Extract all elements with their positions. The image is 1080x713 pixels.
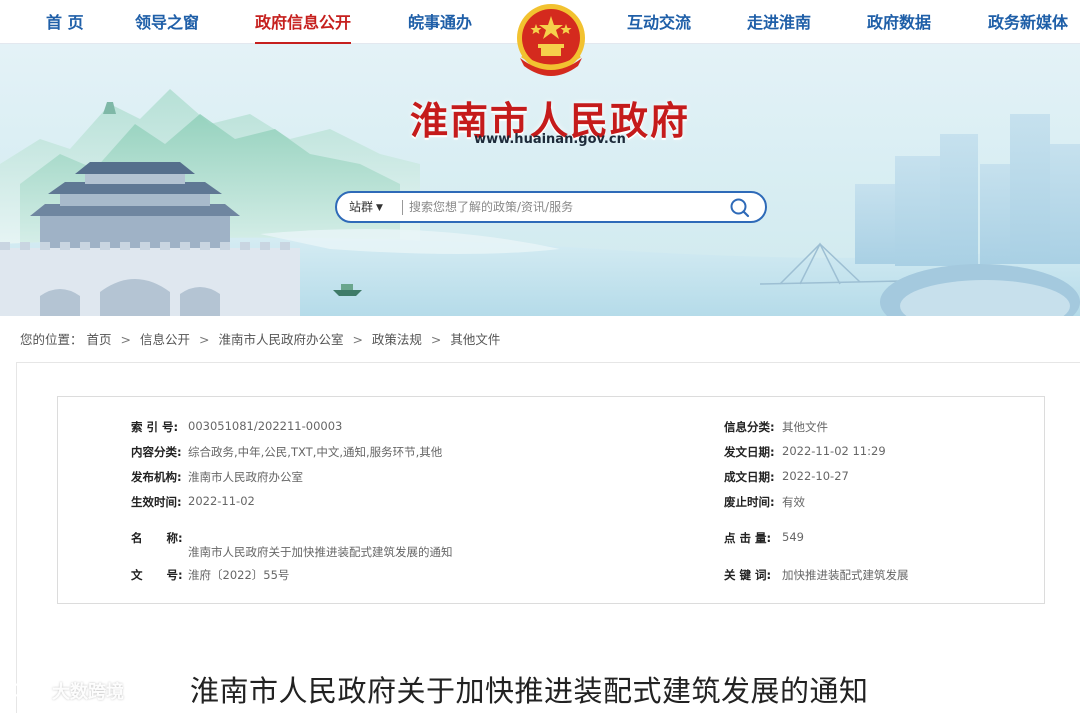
meta-value-name: 淮南市人民政府关于加快推进装配式建筑发展的通知 (188, 545, 453, 559)
search-divider (402, 200, 403, 215)
breadcrumb-separator: > (198, 332, 210, 347)
meta-label-created-date: 成文日期: (724, 470, 775, 484)
breadcrumb-separator: > (352, 332, 363, 347)
nav-item-anhui-services[interactable]: 皖事通办 (408, 0, 472, 44)
meta-value-keywords: 加快推进装配式建筑发展 (782, 568, 909, 582)
meta-label-doc-no: 文 号: (131, 568, 183, 582)
meta-label-repeal: 废止时间: (724, 495, 775, 509)
nav-item-gov-info-disclosure[interactable]: 政府信息公开 (255, 0, 352, 44)
meta-label-category: 信息分类: (724, 420, 775, 434)
meta-value-content-class: 综合政务,中年,公民,TXT,中文,通知,服务环节,其他 (188, 445, 443, 459)
search-bar: 站群 ▼ (335, 191, 767, 223)
nav-item-gov-data[interactable]: 政府数据 (867, 0, 931, 44)
meta-value-created-date: 2022-10-27 (782, 469, 849, 483)
search-icon[interactable] (729, 197, 751, 219)
meta-value-repeal: 有效 (782, 495, 805, 509)
meta-value-publisher: 淮南市人民政府办公室 (188, 470, 303, 484)
breadcrumb-item-home[interactable]: 首页 (87, 332, 112, 347)
meta-label-keywords: 关 键 词: (724, 568, 772, 582)
breadcrumb-separator: > (430, 332, 442, 347)
search-scope-dropdown[interactable]: 站群 ▼ (349, 193, 383, 221)
meta-label-effective-date: 生效时间: (131, 495, 182, 509)
breadcrumb-separator: > (120, 332, 131, 347)
breadcrumb-item-gov-office[interactable]: 淮南市人民政府办公室 (218, 332, 343, 347)
meta-value-issue-date: 2022-11-02 11:29 (782, 444, 886, 458)
watermark-text: 大数跨境 (52, 682, 124, 703)
document-title: 淮南市人民政府关于加快推进装配式建筑发展的通知 (190, 674, 869, 708)
breadcrumb: 您的位置： 首页 > 信息公开 > 淮南市人民政府办公室 > 政策法规 > 其他… (20, 330, 500, 350)
site-url: www.huainan.gov.cn (474, 132, 626, 147)
meta-value-index-no: 003051081/202211-00003 (188, 419, 343, 433)
document-metadata-table: 索 引 号: 003051081/202211-00003 内容分类: 综合政务… (57, 396, 1045, 604)
meta-label-content-class: 内容分类: (131, 445, 182, 459)
meta-value-category: 其他文件 (782, 420, 828, 434)
watermark: 大数跨境 (10, 677, 124, 707)
national-emblem-icon (508, 0, 594, 86)
meta-value-effective-date: 2022-11-02 (188, 494, 255, 508)
nav-item-about-huainan[interactable]: 走进淮南 (747, 0, 811, 44)
chevron-down-icon: ▼ (376, 203, 383, 213)
meta-label-name: 名 称: (131, 531, 183, 545)
search-scope-label: 站群 (349, 200, 374, 214)
breadcrumb-item-other-docs[interactable]: 其他文件 (450, 332, 500, 347)
meta-label-issue-date: 发文日期: (724, 445, 775, 459)
search-input[interactable] (409, 196, 719, 218)
breadcrumb-prefix: 您的位置： (20, 332, 83, 347)
nav-item-leaders[interactable]: 领导之窗 (135, 0, 199, 44)
nav-item-new-media[interactable]: 政务新媒体 (988, 0, 1068, 44)
breadcrumb-item-info-disclosure[interactable]: 信息公开 (140, 332, 190, 347)
meta-value-doc-no: 淮府〔2022〕55号 (188, 568, 290, 582)
meta-label-publisher: 发布机构: (131, 470, 182, 484)
nav-item-interaction[interactable]: 互动交流 (627, 0, 691, 44)
meta-value-clicks: 549 (782, 530, 804, 544)
meta-label-index-no: 索 引 号: (131, 420, 179, 434)
weibo-logo-icon (10, 677, 48, 709)
meta-label-clicks: 点 击 量: (724, 531, 772, 545)
nav-item-home[interactable]: 首 页 (46, 0, 84, 44)
breadcrumb-item-policies[interactable]: 政策法规 (372, 332, 422, 347)
